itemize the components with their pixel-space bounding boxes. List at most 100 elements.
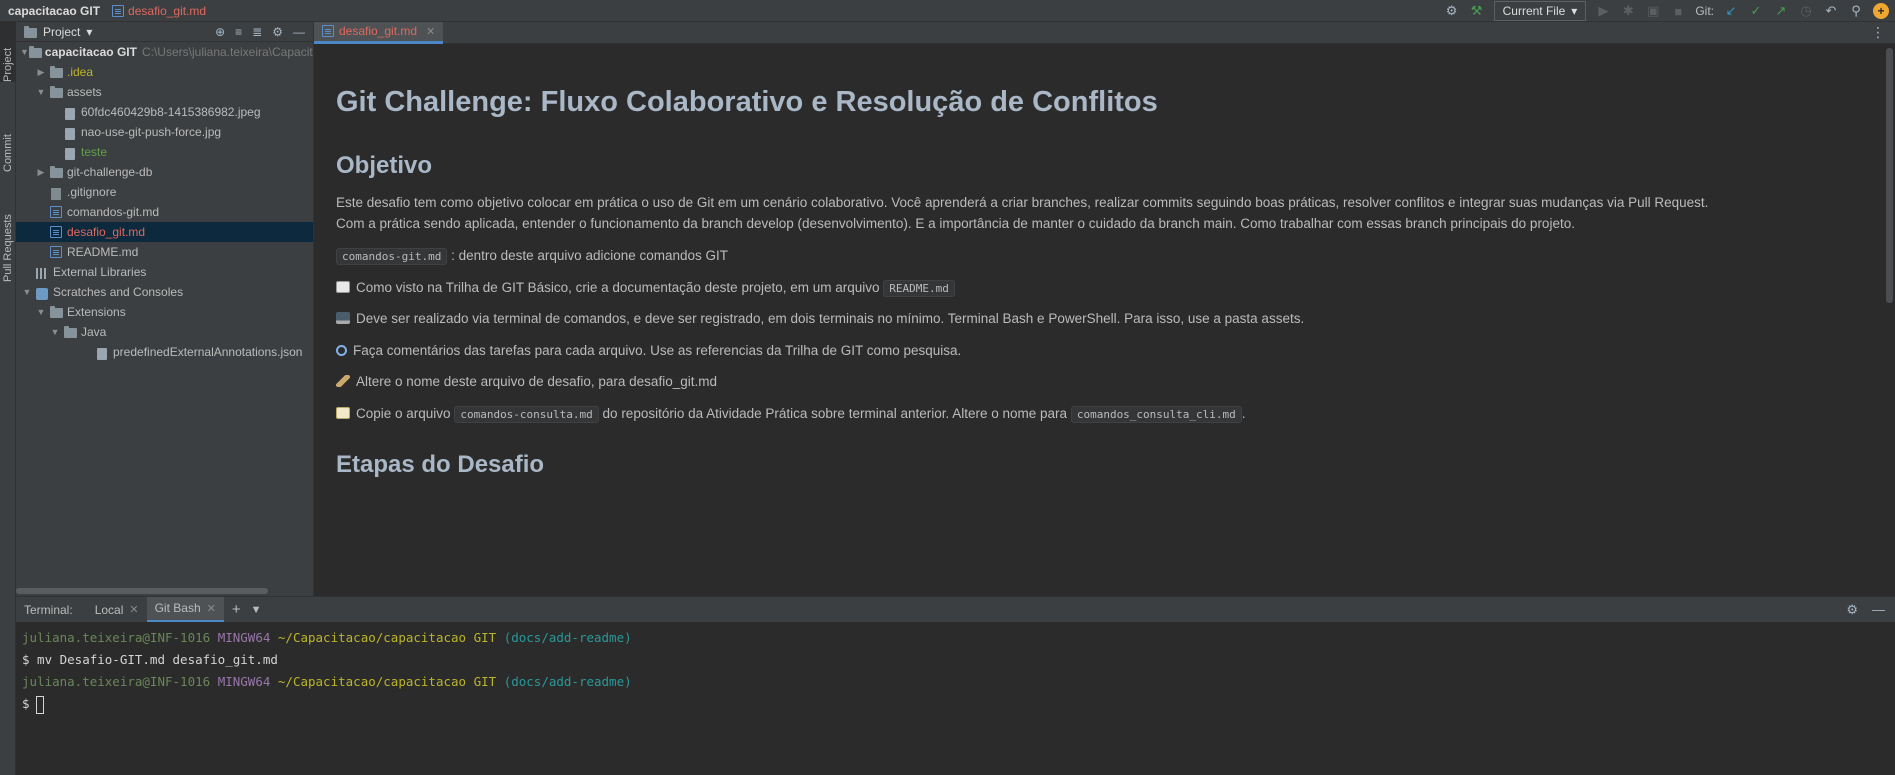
tree-item-teste[interactable]: teste bbox=[16, 142, 313, 162]
rollback-icon[interactable]: ↶ bbox=[1823, 3, 1839, 19]
gitignore-file-icon bbox=[51, 188, 61, 200]
inline-code: README.md bbox=[883, 280, 955, 297]
terminal-prompt-line: juliana.teixeira@INF-1016 MINGW64 ~/Capa… bbox=[22, 627, 1895, 649]
locate-file-icon[interactable]: ⊕ bbox=[215, 25, 225, 39]
markdown-preview: Git Challenge: Fluxo Colaborativo e Reso… bbox=[314, 44, 1895, 596]
project-view-label: Project bbox=[43, 24, 81, 39]
tree-item-label: assets bbox=[67, 85, 102, 99]
tool-tab-pull-requests[interactable]: Pull Requests bbox=[0, 182, 16, 282]
tree-item-label: .gitignore bbox=[67, 185, 117, 199]
folder-icon bbox=[28, 46, 42, 58]
chevron-down-icon[interactable]: ▼ bbox=[48, 327, 62, 337]
tree-item-jpeg[interactable]: 60fdc460429b8-1415386982.jpeg bbox=[16, 102, 313, 122]
git-commit-icon[interactable]: ✓ bbox=[1748, 3, 1764, 19]
tree-item-label: git-challenge-db bbox=[67, 165, 153, 179]
project-view-selector[interactable]: Project ▾ bbox=[24, 25, 92, 39]
tree-item-comandos-git[interactable]: comandos-git.md bbox=[16, 202, 313, 222]
build-hammer-icon[interactable]: ⚒ bbox=[1469, 3, 1485, 19]
title-bar: capacitacao GIT desafio_git.md ⚙ ⚒ Curre… bbox=[0, 0, 1895, 22]
prompt-path: ~/Capacitacao/capacitacao GIT bbox=[277, 674, 497, 689]
tree-item-gitignore[interactable]: .gitignore bbox=[16, 182, 313, 202]
scratches-icon bbox=[36, 288, 48, 300]
tree-item-external-libraries[interactable]: External Libraries bbox=[16, 262, 313, 282]
tree-item-label: Extensions bbox=[67, 305, 126, 319]
paragraph-text: Como visto na Trilha de GIT Básico, crie… bbox=[356, 280, 880, 295]
user-icon[interactable]: ⚙ bbox=[1444, 3, 1460, 19]
terminal-input-line[interactable]: $ bbox=[22, 693, 1895, 715]
ide-update-icon[interactable]: + bbox=[1873, 3, 1889, 19]
tool-tab-commit-label: Commit bbox=[2, 134, 14, 172]
breadcrumb-file[interactable]: desafio_git.md bbox=[112, 4, 206, 18]
expand-all-icon[interactable]: ≡ bbox=[235, 25, 242, 39]
tool-tab-project-label: Project bbox=[2, 47, 14, 82]
prompt-branch: (docs/add-readme) bbox=[503, 674, 632, 689]
chevron-right-icon[interactable]: ▶ bbox=[34, 67, 48, 78]
debug-icon[interactable]: ✱ bbox=[1620, 3, 1636, 19]
folder-icon bbox=[63, 326, 77, 338]
history-icon[interactable]: ◷ bbox=[1798, 3, 1814, 19]
paragraph-intro-line2: Com a prática sendo aplicada, entender o… bbox=[336, 216, 1575, 231]
terminal-tab-git-bash[interactable]: Git Bash ✕ bbox=[146, 596, 224, 623]
magnifier-icon bbox=[336, 345, 347, 356]
git-update-icon[interactable]: ↙ bbox=[1723, 3, 1739, 19]
breadcrumb-project[interactable]: capacitacao GIT bbox=[0, 4, 100, 18]
inline-code: comandos-git.md bbox=[336, 248, 448, 265]
prompt-path: ~/Capacitacao/capacitacao GIT bbox=[277, 630, 497, 645]
tool-tab-project[interactable]: Project bbox=[0, 22, 16, 82]
paragraph-copiar: Copie o arquivo comandos-consulta.md do … bbox=[336, 403, 1866, 425]
tree-item-scratches[interactable]: ▼ Scratches and Consoles bbox=[16, 282, 313, 302]
close-icon[interactable]: ✕ bbox=[426, 25, 435, 38]
run-icon[interactable]: ▶ bbox=[1595, 3, 1611, 19]
stop-icon[interactable]: ■ bbox=[1670, 3, 1686, 19]
git-push-icon[interactable]: ↗ bbox=[1773, 3, 1789, 19]
tree-item-path: C:\Users\juliana.teixeira\Capacitacao\ca… bbox=[141, 45, 313, 59]
hide-panel-icon[interactable]: — bbox=[1872, 602, 1885, 618]
terminal-command-line: $ mv Desafio-GIT.md desafio_git.md bbox=[22, 652, 278, 667]
chevron-down-icon[interactable]: ▼ bbox=[34, 87, 48, 97]
horizontal-scrollbar[interactable] bbox=[16, 588, 268, 594]
terminal-output[interactable]: juliana.teixeira@INF-1016 MINGW64 ~/Capa… bbox=[16, 622, 1895, 775]
close-icon[interactable]: ✕ bbox=[129, 603, 138, 616]
main-toolbar: ⚙ ⚒ Current File ▾ ▶ ✱ ▣ ■ Git: ↙ ✓ ↗ ◷ … bbox=[1444, 0, 1889, 22]
close-icon[interactable]: ✕ bbox=[207, 602, 216, 615]
gear-icon[interactable]: ⚙ bbox=[272, 25, 283, 39]
chevron-down-icon[interactable]: ▼ bbox=[20, 287, 34, 297]
tree-item-idea[interactable]: ▶ .idea bbox=[16, 62, 313, 82]
heading-etapas: Etapas do Desafio bbox=[336, 451, 545, 478]
tree-item-root[interactable]: ▼ capacitacao GIT C:\Users\juliana.teixe… bbox=[16, 42, 313, 62]
collapse-all-icon[interactable]: ≣ bbox=[252, 25, 262, 39]
terminal-tab-label: Git Bash bbox=[154, 601, 201, 615]
search-icon[interactable]: ⚲ bbox=[1848, 3, 1864, 19]
prompt-system: MINGW64 bbox=[217, 674, 271, 689]
folder-icon bbox=[49, 66, 63, 78]
chevron-down-icon[interactable]: ▼ bbox=[251, 604, 262, 616]
tree-item-label: comandos-git.md bbox=[67, 205, 160, 219]
inline-code: comandos_consulta_cli.md bbox=[1070, 406, 1242, 423]
tree-item-readme[interactable]: README.md bbox=[16, 242, 313, 262]
tree-item-label: Scratches and Consoles bbox=[53, 285, 184, 299]
tree-item-json[interactable]: predefinedExternalAnnotations.json bbox=[16, 342, 313, 362]
tool-tab-commit[interactable]: Commit bbox=[0, 102, 16, 172]
new-terminal-plus-icon[interactable]: + bbox=[232, 601, 241, 618]
tree-item-git-challenge-db[interactable]: ▶ git-challenge-db bbox=[16, 162, 313, 182]
tree-item-desafio-git[interactable]: desafio_git.md bbox=[16, 222, 313, 242]
tree-item-java[interactable]: ▼ Java bbox=[16, 322, 313, 342]
run-configuration-dropdown[interactable]: Current File ▾ bbox=[1493, 1, 1587, 21]
hide-panel-icon[interactable]: — bbox=[293, 25, 305, 39]
terminal-tab-local[interactable]: Local ✕ bbox=[87, 597, 147, 623]
chevron-right-icon[interactable]: ▶ bbox=[34, 167, 48, 178]
markdown-file-icon bbox=[50, 226, 62, 238]
chevron-down-icon[interactable]: ▼ bbox=[20, 47, 29, 57]
terminal-header: Terminal: Local ✕ Git Bash ✕ + ▼ ⚙ — bbox=[16, 596, 1895, 623]
tree-item-jpg[interactable]: nao-use-git-push-force.jpg bbox=[16, 122, 313, 142]
left-tool-strip: Project Commit Pull Requests bbox=[0, 22, 16, 775]
chevron-down-icon[interactable]: ▼ bbox=[34, 307, 48, 317]
tree-item-extensions[interactable]: ▼ Extensions bbox=[16, 302, 313, 322]
tree-item-assets[interactable]: ▼ assets bbox=[16, 82, 313, 102]
editor-tab-desafio-git[interactable]: desafio_git.md ✕ bbox=[314, 21, 444, 44]
tree-item-label: predefinedExternalAnnotations.json bbox=[113, 345, 303, 359]
more-options-icon[interactable]: ⋮ bbox=[1871, 24, 1895, 41]
gear-icon[interactable]: ⚙ bbox=[1846, 602, 1858, 618]
vertical-scrollbar[interactable] bbox=[1886, 48, 1893, 303]
coverage-icon[interactable]: ▣ bbox=[1645, 3, 1661, 19]
